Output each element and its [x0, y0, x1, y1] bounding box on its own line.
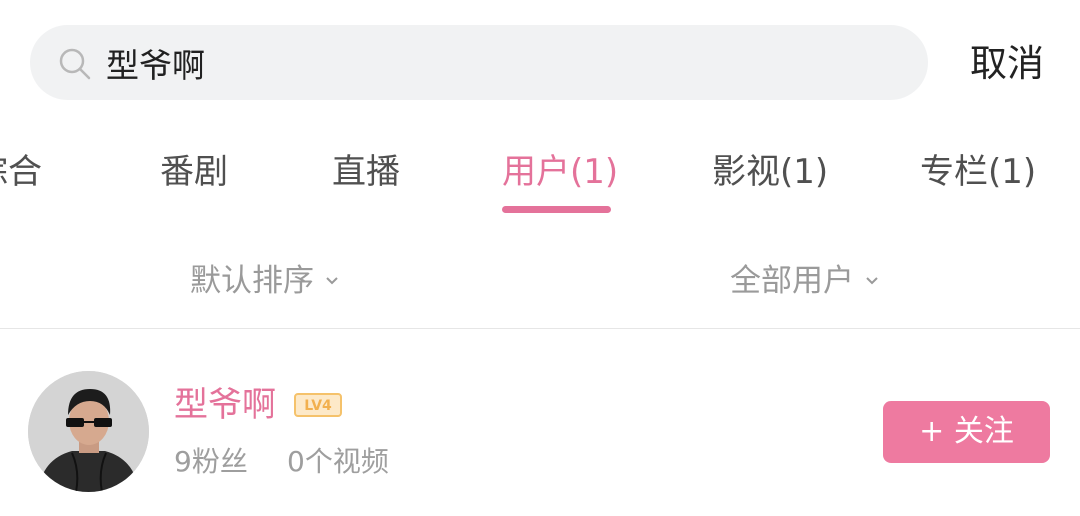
user-portrait-image	[28, 371, 149, 492]
avatar[interactable]	[28, 371, 149, 492]
chevron-down-icon	[866, 276, 878, 284]
active-tab-indicator	[502, 206, 611, 213]
svg-text:LV4: LV4	[304, 398, 332, 414]
divider	[0, 328, 1080, 329]
cancel-button[interactable]: 取消	[962, 38, 1052, 90]
follow-button[interactable]: + 关注	[883, 401, 1050, 463]
video-count: 0个视频	[287, 445, 389, 478]
search-results-page: 取消 综合 番剧 直播 用户(1) 影视(1) 专栏(1) 默认排序 全部用户 …	[0, 0, 1080, 516]
chevron-down-icon	[326, 276, 338, 284]
tab-live[interactable]: 直播	[332, 146, 400, 198]
tab-bangumi[interactable]: 番剧	[160, 146, 228, 198]
tab-articles[interactable]: 专栏(1)	[920, 146, 1036, 198]
user-name[interactable]: 型爷啊	[174, 381, 276, 429]
sort-dropdown-label: 默认排序	[190, 263, 314, 299]
follower-count: 9粉丝	[174, 445, 248, 478]
sort-dropdown[interactable]: 默认排序	[190, 257, 340, 305]
search-icon	[59, 48, 91, 80]
search-input[interactable]	[106, 39, 886, 87]
user-type-dropdown-label: 全部用户	[730, 263, 854, 299]
user-type-dropdown[interactable]: 全部用户	[730, 257, 880, 305]
level-badge: LV4	[294, 393, 342, 417]
tab-users[interactable]: 用户(1)	[502, 146, 618, 198]
tab-comprehensive[interactable]: 综合	[0, 146, 42, 198]
tab-film-tv[interactable]: 影视(1)	[712, 146, 828, 198]
